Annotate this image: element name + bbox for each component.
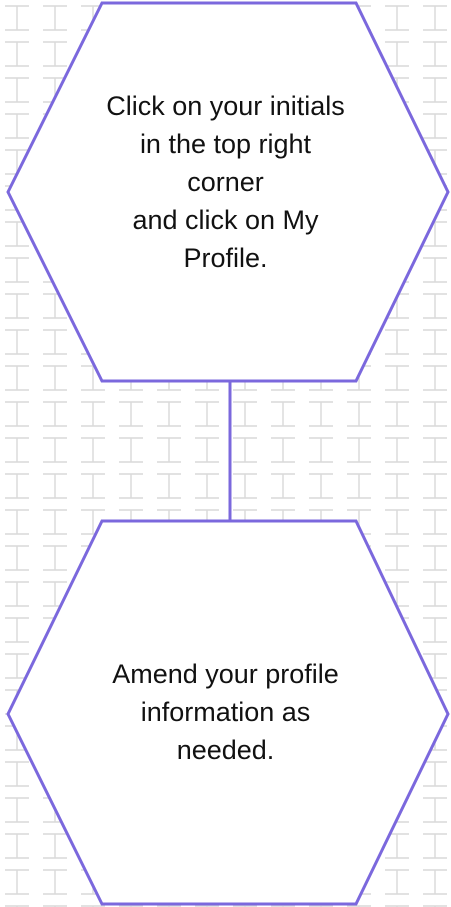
- step-1-line-3: corner: [187, 167, 264, 197]
- step-2-line-1: Amend your profile: [112, 659, 339, 689]
- step-2-line-3: needed.: [176, 735, 275, 765]
- step-1-line-5: Profile.: [183, 243, 268, 273]
- step-2-line-2: information as: [140, 697, 311, 727]
- step-1-line-2: in the top right: [139, 129, 312, 159]
- diagram-canvas: Click on your initials in the top right …: [0, 0, 451, 907]
- step-1-line-1: Click on your initials: [106, 91, 345, 121]
- step-1-line-4: and click on My: [132, 205, 319, 235]
- step-2-text: Amend your profile information as needed…: [60, 655, 391, 769]
- step-1-text: Click on your initials in the top right …: [60, 87, 391, 277]
